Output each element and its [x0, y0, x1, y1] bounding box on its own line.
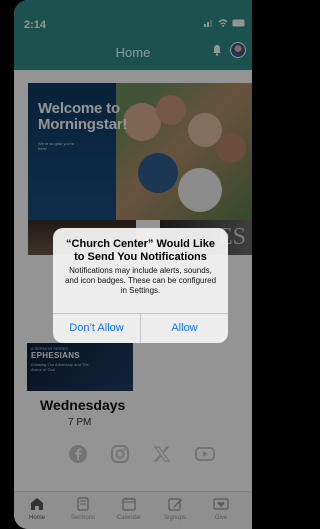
alert-message: Notifications may include alerts, sounds…: [64, 266, 217, 295]
notification-permission-alert: “Church Center” Would Like to Send You N…: [53, 228, 228, 343]
allow-button[interactable]: Allow: [141, 314, 228, 343]
dont-allow-button[interactable]: Don’t Allow: [53, 314, 140, 343]
alert-title: “Church Center” Would Like to Send You N…: [66, 238, 215, 263]
